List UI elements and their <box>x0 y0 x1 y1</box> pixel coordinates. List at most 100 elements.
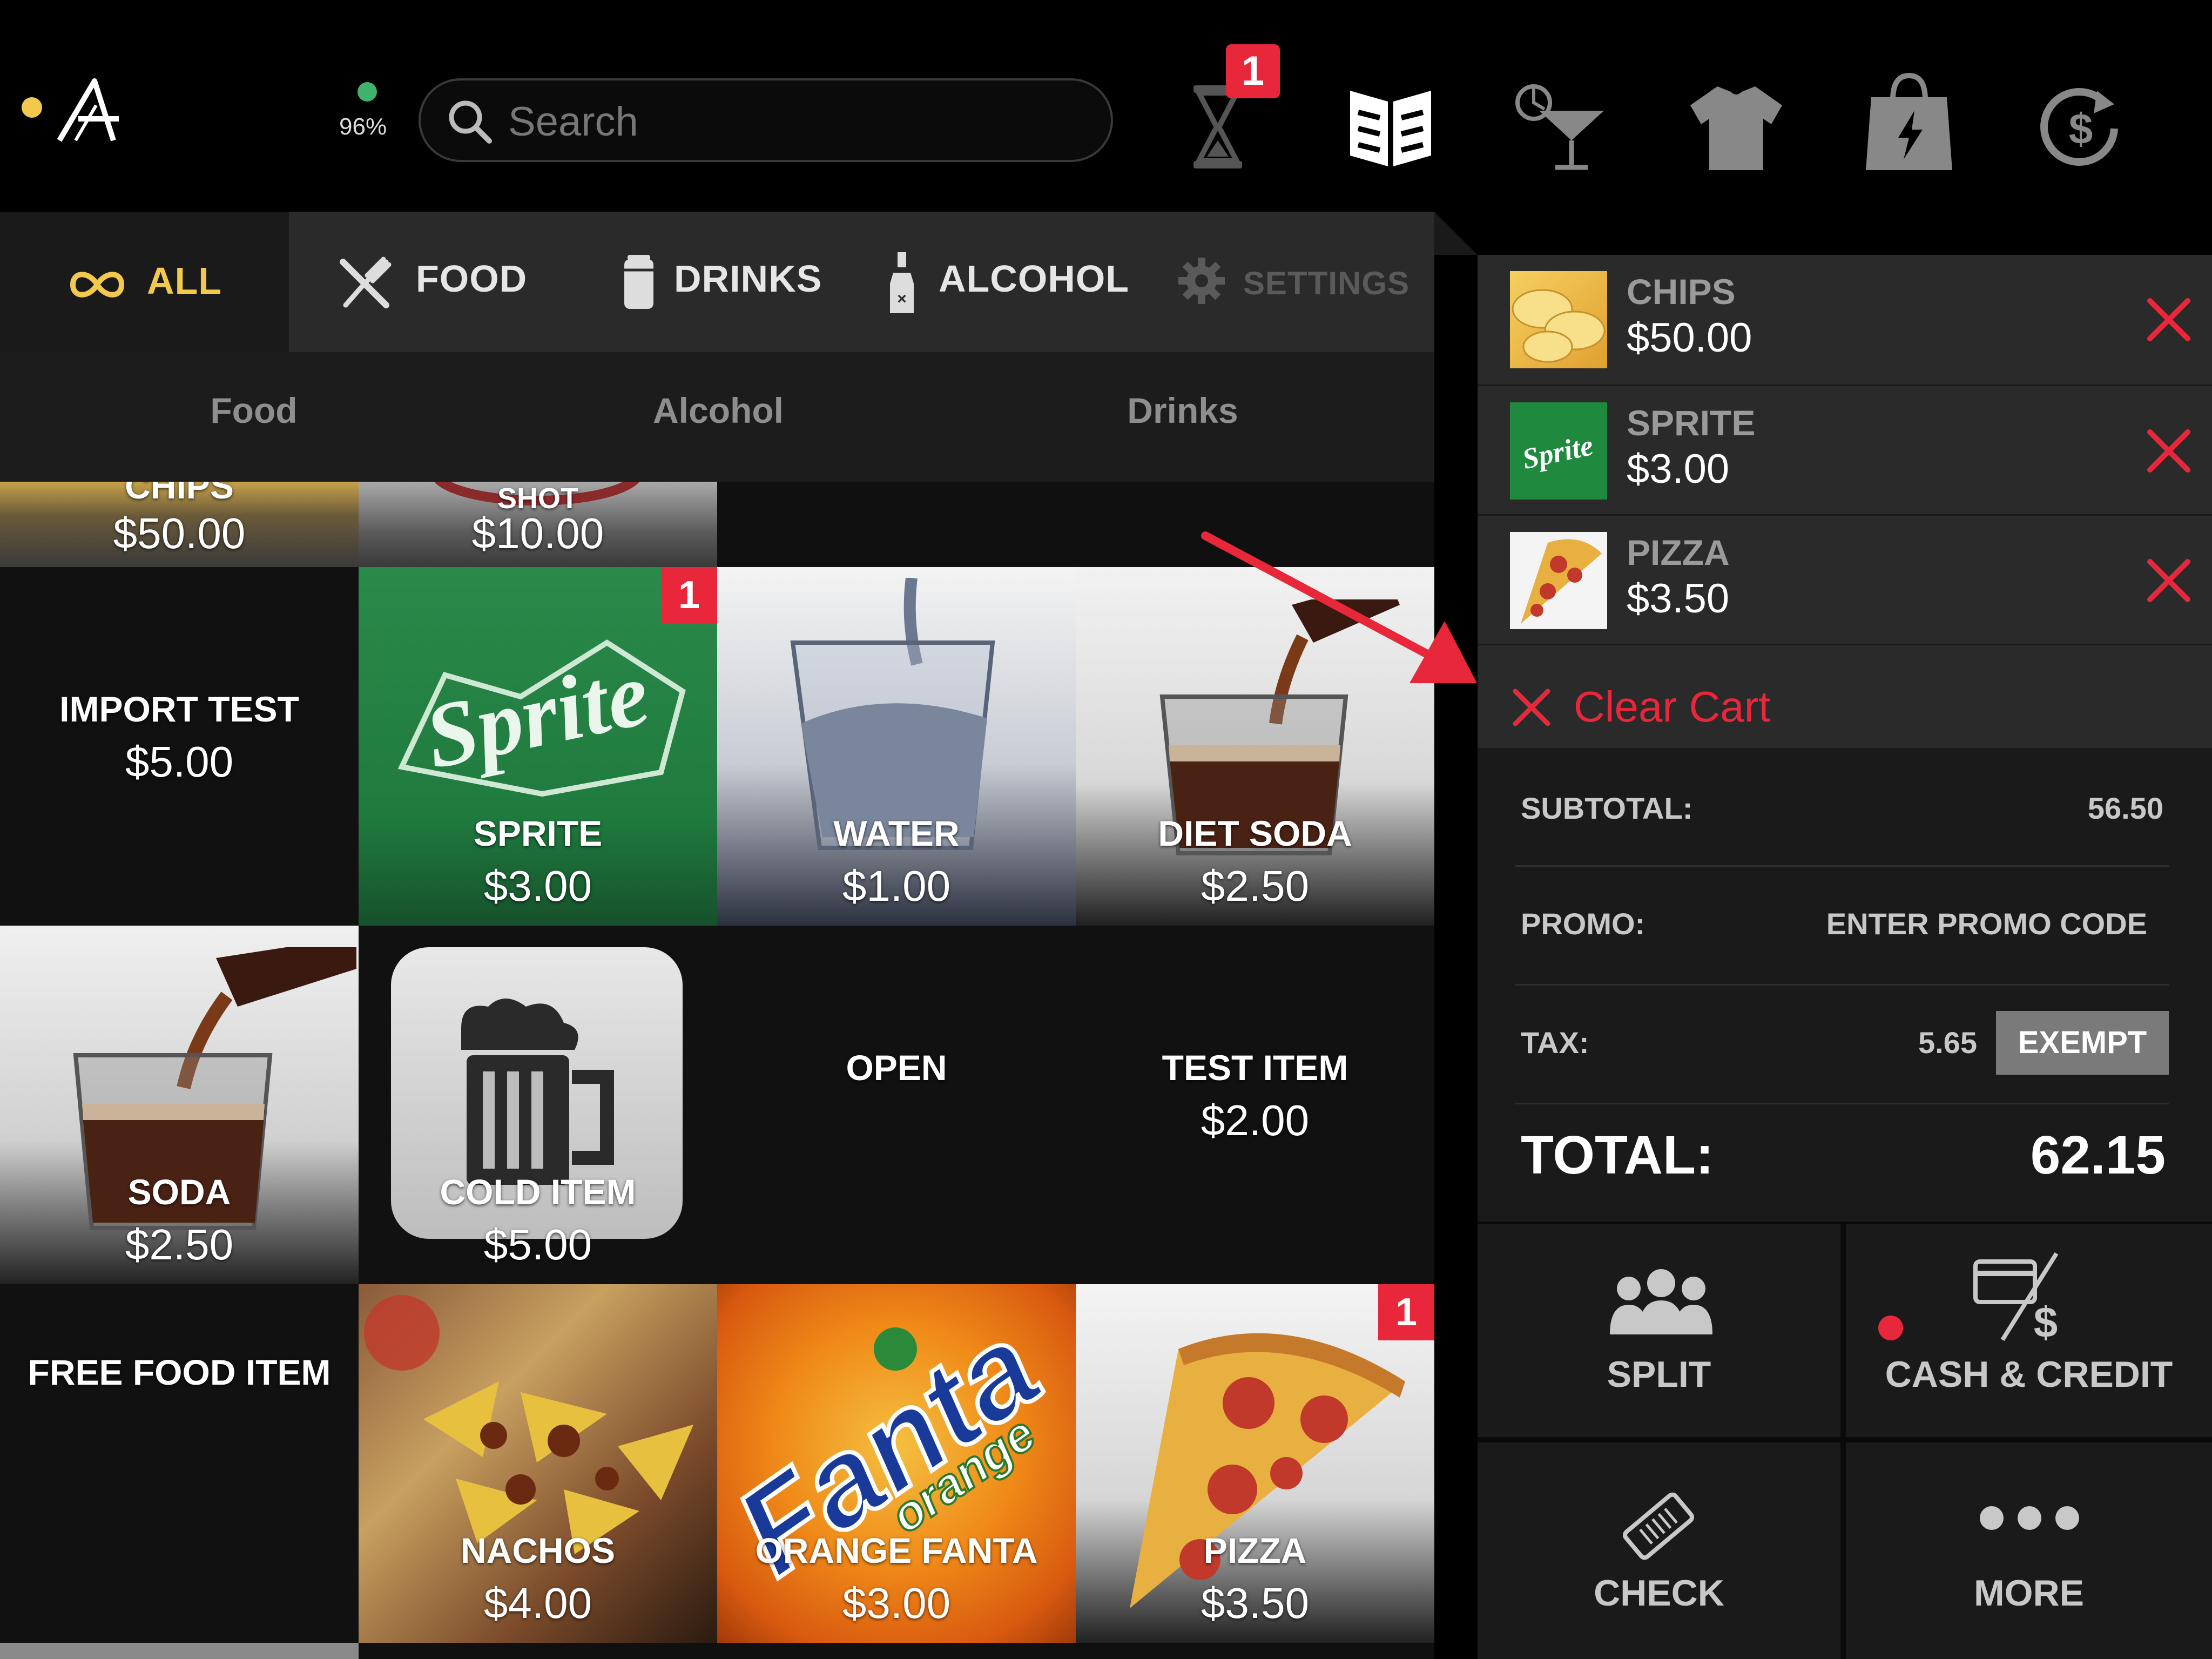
clear-cart-icon <box>1513 689 1550 726</box>
cart-item[interactable]: Sprite SPRITE $3.00 <box>1478 385 2212 516</box>
tile-price: $3.00 <box>842 1579 951 1627</box>
tile-test-item[interactable]: TEST ITEM $2.00 <box>1076 926 1434 1284</box>
tile-name: PIZZA <box>1203 1530 1307 1570</box>
tile-cold-item[interactable]: COLD ITEM $5.00 <box>359 926 717 1284</box>
tab-alcohol-label: ALCOHOL <box>939 258 1130 300</box>
status-dot <box>22 97 42 118</box>
tab-alcohol[interactable]: × ALCOHOL <box>880 238 1134 324</box>
tile-name: ORANGE FANTA <box>755 1530 1038 1570</box>
tax-label: TAX: <box>1521 1026 1589 1060</box>
tile-name: WATER <box>833 813 960 853</box>
tab-food[interactable]: FOOD <box>324 238 572 324</box>
item-badge: 1 <box>661 567 717 623</box>
cart-item-thumb <box>1510 532 1607 629</box>
tile-price: $2.00 <box>1201 1096 1310 1144</box>
svg-text:$: $ <box>2034 1298 2058 1343</box>
app-logo-icon[interactable] <box>54 76 130 146</box>
tile-chips[interactable]: CHIPS $50.00 <box>0 482 359 567</box>
tax-exempt-button[interactable]: EXEMPT <box>1996 1011 2169 1075</box>
tax-row: TAX: 5.65 EXEMPT <box>1515 984 2169 1104</box>
promo-code-input[interactable]: ENTER PROMO CODE <box>1826 906 2147 941</box>
subcat-food[interactable]: Food <box>0 390 508 431</box>
tile-name: CHIPS <box>125 482 234 506</box>
tile-sprite[interactable]: Sprite 1 SPRITE $3.00 <box>359 567 717 926</box>
timer-badge: 1 <box>1226 44 1280 98</box>
subcat-alcohol[interactable]: Alcohol <box>486 390 950 431</box>
cart-item-name: CHIPS <box>1627 272 1736 312</box>
cash-credit-icon: $ <box>1973 1252 2059 1343</box>
tile-price: $2.50 <box>1201 862 1310 910</box>
cash-credit-label: CASH & CREDIT <box>1885 1354 2173 1395</box>
tile-soda[interactable]: SODA $2.50 <box>0 926 359 1284</box>
tab-food-label: FOOD <box>416 258 528 300</box>
bottle-icon: × <box>890 252 914 313</box>
tile-name: FREE FOOD ITEM <box>28 1352 331 1392</box>
tile-free-food-item[interactable]: FREE FOOD ITEM <box>0 1284 359 1643</box>
tile-nachos[interactable]: NACHOS $4.00 <box>359 1284 717 1643</box>
check-button[interactable]: CHECK <box>1478 1442 1840 1659</box>
cart-item[interactable]: PIZZA $3.50 <box>1478 514 2212 645</box>
more-button[interactable]: MORE <box>1846 1442 2212 1659</box>
tile-partial <box>0 1643 359 1659</box>
cart-item[interactable]: CHIPS $50.00 <box>1478 255 2212 385</box>
cart-item-thumb: Sprite <box>1510 402 1607 500</box>
search-input[interactable] <box>507 91 1092 152</box>
cocktail-icon[interactable] <box>1512 81 1609 173</box>
search-icon <box>449 100 492 144</box>
tile-price: $5.00 <box>125 738 234 786</box>
subtotal-row: SUBTOTAL: 56.50 <box>1515 746 2169 867</box>
remove-item-icon[interactable] <box>2142 293 2196 347</box>
item-badge: 1 <box>1378 1284 1434 1340</box>
remove-item-icon[interactable] <box>2142 424 2196 478</box>
split-label: SPLIT <box>1607 1354 1711 1395</box>
tab-all-label: ALL <box>147 260 222 302</box>
tile-price: $10.00 <box>471 509 604 557</box>
shopping-bag-icon[interactable] <box>1863 70 1955 173</box>
promo-row: PROMO: ENTER PROMO CODE <box>1515 865 2169 986</box>
cash-credit-button[interactable]: $ CASH & CREDIT <box>1846 1224 2212 1437</box>
tile-water[interactable]: WATER $1.00 <box>717 567 1076 926</box>
tile-orange-fanta[interactable]: Fanta orange ORANGE FANTA $3.00 <box>717 1284 1076 1643</box>
clear-cart-label: Clear Cart <box>1574 683 1771 731</box>
cart-item-price: $3.50 <box>1627 576 1730 622</box>
tax-value: 5.65 <box>1918 1026 1977 1060</box>
cart-item-name: SPRITE <box>1627 403 1756 443</box>
fork-knife-icon <box>340 257 392 308</box>
tile-name: IMPORT TEST <box>59 689 299 729</box>
tab-drinks[interactable]: DRINKS <box>610 238 837 324</box>
svg-text:Sprite: Sprite <box>416 642 657 788</box>
menu-book-icon[interactable] <box>1345 80 1437 172</box>
tile-price: $4.00 <box>483 1579 592 1627</box>
tile-price: $50.00 <box>113 509 246 557</box>
svg-text:Sprite: Sprite <box>1520 429 1596 475</box>
tile-name: COLD ITEM <box>440 1172 636 1212</box>
tile-import-test[interactable]: IMPORT TEST $5.00 <box>0 567 359 926</box>
tile-open[interactable]: OPEN <box>717 926 1076 1284</box>
remove-item-icon[interactable] <box>2142 554 2196 608</box>
connection-dot <box>358 82 377 102</box>
split-button[interactable]: SPLIT <box>1478 1224 1840 1437</box>
subcat-drinks[interactable]: Drinks <box>950 390 1415 431</box>
tile-name: SPRITE <box>473 813 603 853</box>
tile-shot[interactable]: SHOT $10.00 <box>359 482 717 567</box>
tile-price: $1.00 <box>842 862 951 910</box>
tshirt-icon[interactable] <box>1688 81 1785 173</box>
panel-corner <box>1434 212 1478 255</box>
refund-icon[interactable]: $ <box>2033 80 2130 177</box>
tile-pizza[interactable]: 1 PIZZA $3.50 <box>1076 1284 1434 1643</box>
search-box[interactable] <box>419 78 1113 162</box>
more-dots-icon <box>1980 1506 2079 1530</box>
subtotal-label: SUBTOTAL: <box>1521 791 1693 825</box>
tile-price: $3.50 <box>1201 1579 1310 1627</box>
beer-mug-icon <box>461 999 614 1185</box>
gear-icon <box>1178 258 1225 304</box>
cart-item-name: PIZZA <box>1627 532 1730 572</box>
tile-price: $3.00 <box>483 862 592 910</box>
tab-all[interactable]: ALL <box>0 212 289 352</box>
clear-cart-button[interactable]: Clear Cart <box>1478 644 2212 748</box>
tab-settings[interactable]: SETTINGS <box>1177 248 1415 319</box>
tile-name: TEST ITEM <box>1162 1048 1348 1088</box>
promo-label: PROMO: <box>1521 907 1645 941</box>
infinity-icon <box>70 272 125 298</box>
tab-drinks-label: DRINKS <box>674 258 822 300</box>
